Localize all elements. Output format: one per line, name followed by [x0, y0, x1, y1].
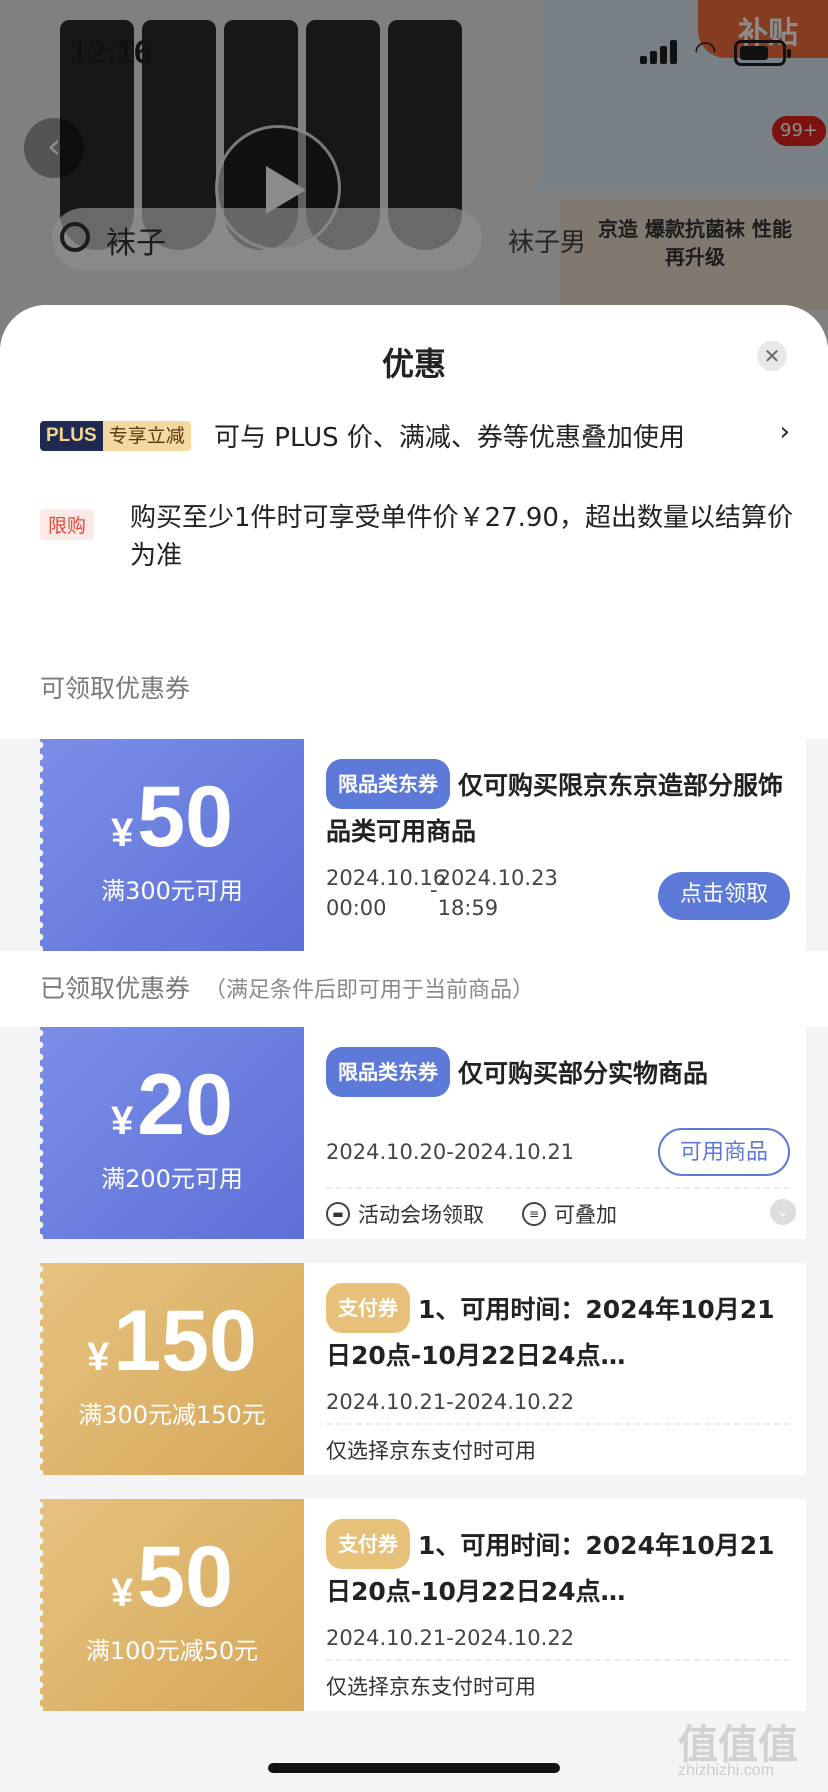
section-available: 可领取优惠券	[0, 659, 828, 739]
coupon-title: 限品类东券 仅可购买限京东京造部分服饰品类可用商品	[326, 759, 790, 855]
sheet-header: 优惠 ✕	[0, 305, 828, 389]
expand-chevron-icon[interactable]: ⌄	[770, 1199, 796, 1225]
coupon-stackable: ≡ 可叠加	[522, 1199, 617, 1229]
close-icon[interactable]: ✕	[757, 341, 787, 371]
coupon-tag: 限品类东券	[326, 759, 450, 809]
coupon-value: ¥50 满300元可用	[40, 739, 304, 951]
sheet-title: 优惠	[381, 345, 446, 383]
discount-sheet: 优惠 ✕ PLUS 专享立减 可与 PLUS 价、满减、券等优惠叠加使用 › 限…	[0, 305, 828, 1792]
coupon-amount: 50	[137, 1529, 233, 1625]
coupon-note: 仅选择京东支付时可用	[326, 1675, 536, 1699]
coupon-amount: 50	[137, 769, 233, 865]
limit-text: 购买至少1件时可享受单件价￥27.90，超出数量以结算价为准	[130, 503, 793, 571]
ticket-icon: ▬	[326, 1202, 350, 1226]
coupon-condition: 满200元可用	[101, 1165, 243, 1193]
coupon-details: 支付券 1、可用时间：2024年10月21日20点-10月22日24点… 2024…	[326, 1263, 790, 1475]
coupon-amount: 20	[137, 1057, 233, 1153]
plus-discount-row[interactable]: PLUS 专享立减 可与 PLUS 价、满减、券等优惠叠加使用 ›	[40, 389, 790, 499]
wifi-icon: ◠	[694, 36, 717, 66]
section-claimed: 已领取优惠券 （满足条件后即可用于当前商品）	[0, 951, 828, 1027]
coupon-details: 支付券 1、可用时间：2024年10月21日20点-10月22日24点… 2024…	[326, 1499, 790, 1711]
watermark-url: zhizhizhi.com	[678, 1762, 775, 1779]
chevron-right-icon: ›	[779, 417, 790, 447]
plus-text: 可与 PLUS 价、满减、券等优惠叠加使用	[214, 423, 685, 453]
coupon-source: ▬ 活动会场领取	[326, 1199, 484, 1229]
coupon-note: 仅选择京东支付时可用	[326, 1439, 536, 1463]
status-bar: 12:16 ◠	[0, 0, 828, 100]
promo-info: PLUS 专享立减 可与 PLUS 价、满减、券等优惠叠加使用 › 限购 购买至…	[0, 389, 828, 659]
coupon-tag: 限品类东券	[326, 1047, 450, 1097]
cellular-signal-icon	[640, 40, 680, 64]
coupon-details: 限品类东券 仅可购买限京东京造部分服饰品类可用商品 2024.10.16 00:0…	[326, 739, 790, 951]
coupon-date: 2024.10.20-2024.10.21	[326, 1140, 575, 1164]
coupon-condition: 满100元减50元	[85, 1637, 259, 1665]
coupon-amount: 150	[113, 1293, 257, 1389]
applicable-products-button[interactable]: 可用商品	[658, 1128, 790, 1176]
coupon-tag: 支付券	[326, 1519, 410, 1569]
home-indicator[interactable]	[268, 1763, 560, 1773]
coupon-title: 支付券 1、可用时间：2024年10月21日20点-10月22日24点…	[326, 1283, 790, 1379]
battery-icon	[734, 40, 791, 66]
claim-coupon-button[interactable]: 点击领取	[658, 872, 790, 920]
coupon-details: 限品类东券 仅可购买部分实物商品 2024.10.20-2024.10.21 可用…	[326, 1027, 796, 1239]
coupon-date: 2024.10.16 00:00-2024.10.23 18:59	[326, 866, 558, 920]
coupon-date: 2024.10.21-2024.10.22	[326, 1626, 575, 1650]
coupon-date: 2024.10.21-2024.10.22	[326, 1390, 575, 1414]
coupon-condition: 满300元减150元	[78, 1401, 266, 1429]
coupon-title: 限品类东券 仅可购买部分实物商品	[326, 1047, 790, 1097]
coupon-card: ¥50 满100元减50元 支付券 1、可用时间：2024年10月21日20点-1…	[40, 1499, 806, 1711]
purchase-limit-row: 限购 购买至少1件时可享受单件价￥27.90，超出数量以结算价为准	[40, 499, 793, 659]
coupon-value: ¥150 满300元减150元	[40, 1263, 304, 1475]
stack-icon: ≡	[522, 1202, 546, 1226]
status-time: 12:16	[70, 34, 152, 70]
coupon-value: ¥50 满100元减50元	[40, 1499, 304, 1711]
coupon-card: ¥20 满200元可用 限品类东券 仅可购买部分实物商品 2024.10.20-2…	[40, 1027, 806, 1239]
plus-badge: PLUS 专享立减	[40, 421, 191, 451]
coupon-tag: 支付券	[326, 1283, 410, 1333]
coupon-condition: 满300元可用	[101, 877, 243, 905]
coupon-card: ¥150 满300元减150元 支付券 1、可用时间：2024年10月21日20点…	[40, 1263, 806, 1475]
limit-badge: 限购	[40, 509, 95, 540]
coupon-title: 支付券 1、可用时间：2024年10月21日20点-10月22日24点…	[326, 1519, 790, 1615]
coupon-value: ¥20 满200元可用	[40, 1027, 304, 1239]
coupon-card: ¥50 满300元可用 限品类东券 仅可购买限京东京造部分服饰品类可用商品 202…	[40, 739, 806, 951]
